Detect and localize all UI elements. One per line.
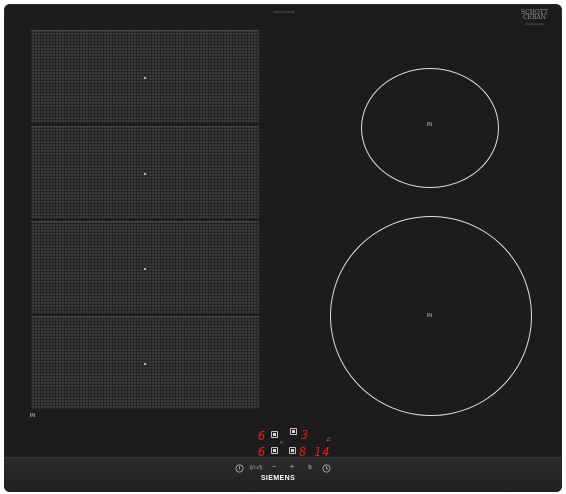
flex-combine-button[interactable]: ▯/▭/▯ bbox=[247, 464, 265, 472]
power-button[interactable] bbox=[234, 464, 244, 476]
zone-select-icon[interactable] bbox=[271, 431, 278, 438]
zone-select-icon[interactable] bbox=[289, 447, 296, 454]
flex-zone-3[interactable] bbox=[31, 221, 259, 314]
brand-logo: SIEMENS bbox=[260, 475, 296, 482]
flex-zone-induction-label: IN bbox=[30, 413, 35, 419]
boost-button[interactable]: b bbox=[305, 464, 315, 472]
power-level-display-rear-right: 3 bbox=[301, 428, 310, 442]
zone-center-dot bbox=[144, 173, 146, 175]
schott-ceran-logo: SCHOTT CERAN Glaskeramik bbox=[521, 9, 548, 27]
flex-zone-2[interactable] bbox=[31, 126, 259, 219]
plus-button[interactable]: + bbox=[287, 464, 297, 472]
zone-center-dot bbox=[144, 268, 146, 270]
small-ring-induction-label: IN bbox=[427, 122, 432, 128]
zone-center-dot bbox=[144, 77, 146, 79]
minus-button[interactable]: − bbox=[269, 464, 279, 472]
small-cooking-ring[interactable] bbox=[361, 68, 499, 188]
clock-icon bbox=[322, 464, 330, 473]
zone-center-dot bbox=[144, 363, 146, 365]
flex-zone-1[interactable] bbox=[31, 30, 259, 123]
timer-button[interactable] bbox=[321, 464, 331, 476]
power-icon bbox=[235, 464, 243, 473]
model-code: EX675JYW1E bbox=[273, 10, 295, 14]
link-zones-icon: |+| bbox=[280, 440, 284, 444]
zone-select-icon[interactable] bbox=[271, 447, 278, 454]
cooktop-surface: EX675JYW1E SCHOTT CERAN Glaskeramik IN I… bbox=[4, 4, 562, 492]
flex-zone-4[interactable] bbox=[31, 316, 259, 409]
bell-icon[interactable]: ♫ bbox=[326, 437, 331, 443]
power-level-display-rear-left: 6 bbox=[258, 429, 267, 443]
zone-select-icon[interactable] bbox=[290, 428, 297, 435]
large-ring-induction-label: IN bbox=[427, 313, 432, 319]
